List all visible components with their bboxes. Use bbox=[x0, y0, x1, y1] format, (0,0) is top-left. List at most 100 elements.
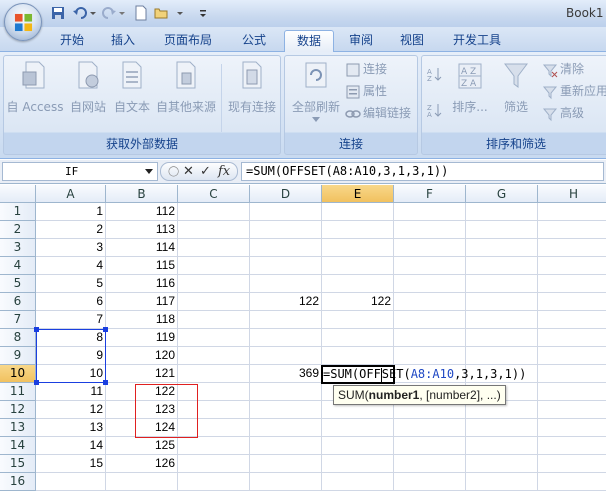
cell-b10[interactable]: 121 bbox=[106, 365, 178, 383]
cell-a15[interactable]: 15 bbox=[36, 455, 106, 473]
from-other-sources-button[interactable]: 自其他来源 bbox=[154, 60, 218, 126]
customize-qat-icon[interactable] bbox=[198, 5, 208, 21]
column-header-f[interactable]: F bbox=[394, 185, 466, 203]
cell-e6[interactable]: 122 bbox=[322, 293, 394, 311]
row-header-9[interactable]: 9 bbox=[0, 347, 36, 365]
row-header-16[interactable]: 16 bbox=[0, 473, 36, 491]
cell-b3[interactable]: 114 bbox=[106, 239, 178, 257]
name-box-dropdown-icon[interactable] bbox=[145, 169, 153, 174]
tab-page-layout[interactable]: 页面布局 bbox=[154, 30, 222, 52]
column-header-g[interactable]: G bbox=[466, 185, 538, 203]
cell-a12[interactable]: 12 bbox=[36, 401, 106, 419]
row-header-4[interactable]: 4 bbox=[0, 257, 36, 275]
filter-button[interactable]: 筛选 bbox=[496, 60, 536, 126]
undo-dropdown-icon[interactable] bbox=[89, 5, 97, 21]
advanced-filter-button[interactable]: 高级 bbox=[542, 104, 584, 124]
tab-developer[interactable]: 开发工具 bbox=[444, 30, 510, 52]
row-header-6[interactable]: 6 bbox=[0, 293, 36, 311]
sort-descending-button[interactable]: ZA bbox=[426, 100, 446, 120]
column-header-b[interactable]: B bbox=[106, 185, 178, 203]
row-header-2[interactable]: 2 bbox=[0, 221, 36, 239]
cell-b15[interactable]: 126 bbox=[106, 455, 178, 473]
formula-input[interactable]: =SUM(OFFSET(A8:A10,3,1,3,1)) bbox=[241, 162, 604, 181]
range-handle[interactable] bbox=[34, 380, 39, 385]
cancel-icon[interactable]: ✕ bbox=[183, 164, 194, 180]
sort-ascending-button[interactable]: AZ bbox=[426, 66, 446, 86]
cell-b14[interactable]: 125 bbox=[106, 437, 178, 455]
redo-icon[interactable] bbox=[101, 5, 117, 21]
range-handle[interactable] bbox=[103, 327, 108, 332]
select-all-corner[interactable] bbox=[0, 185, 36, 203]
office-button[interactable] bbox=[4, 3, 42, 41]
save-icon[interactable] bbox=[50, 5, 66, 21]
row-header-8[interactable]: 8 bbox=[0, 329, 36, 347]
row-header-11[interactable]: 11 bbox=[0, 383, 36, 401]
redo-dropdown-icon[interactable] bbox=[118, 5, 126, 21]
qat-dropdown-icon[interactable] bbox=[176, 5, 184, 21]
cell-d6[interactable]: 122 bbox=[250, 293, 322, 311]
reapply-button[interactable]: 重新应用 bbox=[542, 82, 606, 102]
row-header-7[interactable]: 7 bbox=[0, 311, 36, 329]
cell-a1[interactable]: 1 bbox=[36, 203, 106, 221]
cell-b8[interactable]: 119 bbox=[106, 329, 178, 347]
cell-a7[interactable]: 7 bbox=[36, 311, 106, 329]
undo-icon[interactable] bbox=[72, 5, 88, 21]
row-header-12[interactable]: 12 bbox=[0, 401, 36, 419]
cell-a2[interactable]: 2 bbox=[36, 221, 106, 239]
cell-b9[interactable]: 120 bbox=[106, 347, 178, 365]
row-header-10[interactable]: 10 bbox=[0, 365, 36, 383]
column-header-c[interactable]: C bbox=[178, 185, 250, 203]
cell-b7[interactable]: 118 bbox=[106, 311, 178, 329]
insert-function-icon[interactable]: fx bbox=[218, 164, 230, 180]
range-handle[interactable] bbox=[34, 327, 39, 332]
cell-b2[interactable]: 113 bbox=[106, 221, 178, 239]
cell-a6[interactable]: 6 bbox=[36, 293, 106, 311]
from-text-button[interactable]: 自文本 bbox=[110, 60, 154, 126]
row-header-15[interactable]: 15 bbox=[0, 455, 36, 473]
existing-connections-button[interactable]: 现有连接 bbox=[224, 60, 280, 126]
range-handle[interactable] bbox=[103, 380, 108, 385]
tab-formulas[interactable]: 公式 bbox=[230, 30, 278, 52]
from-access-button[interactable]: 自 Access bbox=[6, 60, 64, 126]
expand-circle-icon[interactable]: ◯ bbox=[168, 164, 179, 180]
column-header-e[interactable]: E bbox=[322, 185, 394, 203]
in-cell-formula[interactable]: =SUM(OFFSET(A8:A10,3,1,3,1)) bbox=[323, 366, 526, 383]
cell-a14[interactable]: 14 bbox=[36, 437, 106, 455]
row-header-13[interactable]: 13 bbox=[0, 419, 36, 437]
row-header-14[interactable]: 14 bbox=[0, 437, 36, 455]
tab-review[interactable]: 审阅 bbox=[340, 30, 382, 52]
refresh-all-button[interactable]: 全部刷新 bbox=[287, 60, 345, 126]
cell-b1[interactable]: 112 bbox=[106, 203, 178, 221]
connections-button[interactable]: 连接 bbox=[345, 60, 387, 80]
open-file-icon[interactable] bbox=[153, 5, 169, 21]
row-header-1[interactable]: 1 bbox=[0, 203, 36, 221]
cell-b6[interactable]: 117 bbox=[106, 293, 178, 311]
row-header-5[interactable]: 5 bbox=[0, 275, 36, 293]
cell-a11[interactable]: 11 bbox=[36, 383, 106, 401]
cell-a13[interactable]: 13 bbox=[36, 419, 106, 437]
tab-view[interactable]: 视图 bbox=[390, 30, 434, 52]
from-web-button[interactable]: 自网站 bbox=[66, 60, 110, 126]
name-box[interactable]: IF bbox=[2, 162, 158, 181]
gridline-vertical bbox=[321, 203, 322, 491]
tab-home[interactable]: 开始 bbox=[50, 30, 94, 52]
enter-check-icon[interactable]: ✓ bbox=[200, 164, 211, 180]
tab-data[interactable]: 数据 bbox=[284, 30, 334, 53]
cell-a3[interactable]: 3 bbox=[36, 239, 106, 257]
cell-b4[interactable]: 115 bbox=[106, 257, 178, 275]
new-file-icon[interactable] bbox=[133, 5, 149, 21]
cell-b5[interactable]: 116 bbox=[106, 275, 178, 293]
column-header-a[interactable]: A bbox=[36, 185, 106, 203]
sort-button[interactable]: A ZZ A 排序... bbox=[450, 60, 490, 126]
column-header-d[interactable]: D bbox=[250, 185, 322, 203]
properties-button[interactable]: 属性 bbox=[345, 82, 387, 102]
cell-d10[interactable]: 369 bbox=[250, 365, 322, 383]
cell-a5[interactable]: 5 bbox=[36, 275, 106, 293]
row-header-3[interactable]: 3 bbox=[0, 239, 36, 257]
tooltip-arg1[interactable]: number1 bbox=[369, 388, 420, 402]
tab-insert[interactable]: 插入 bbox=[100, 30, 146, 52]
edit-links-button[interactable]: 编辑链接 bbox=[345, 104, 411, 124]
clear-filter-button[interactable]: 清除 bbox=[542, 60, 584, 80]
column-header-h[interactable]: H bbox=[538, 185, 606, 203]
cell-a4[interactable]: 4 bbox=[36, 257, 106, 275]
